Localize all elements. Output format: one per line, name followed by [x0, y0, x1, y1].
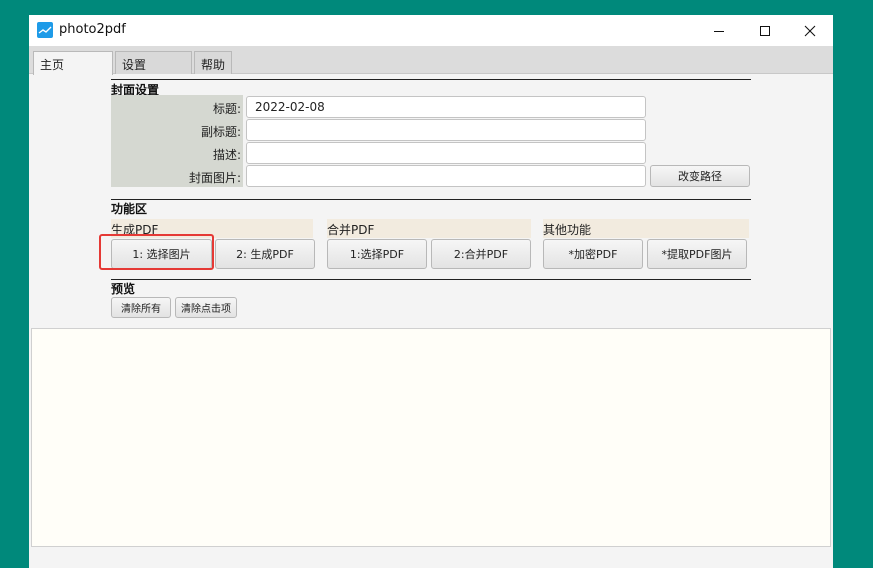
other-functions-header: 其他功能 [543, 219, 749, 238]
window-title: photo2pdf [59, 22, 126, 37]
functions-section-title: 功能区 [111, 202, 148, 216]
subtitle-input[interactable] [246, 119, 646, 141]
minimize-icon [714, 30, 724, 32]
cover-label-column: 标题: 副标题: 描述: 封面图片: [111, 95, 243, 187]
preview-section-divider [111, 279, 751, 280]
functions-section-divider [111, 199, 751, 200]
preview-area[interactable] [31, 328, 831, 547]
title-input[interactable] [246, 96, 646, 118]
select-images-button[interactable]: 1: 选择图片 [111, 239, 212, 269]
change-path-button[interactable]: 改变路径 [650, 165, 750, 187]
cover-image-input[interactable] [246, 165, 646, 187]
generate-pdf-header: 生成PDF [111, 219, 313, 238]
generate-pdf-button[interactable]: 2: 生成PDF [215, 239, 315, 269]
select-pdf-button[interactable]: 1:选择PDF [327, 239, 427, 269]
extract-pdf-images-button[interactable]: *提取PDF图片 [647, 239, 747, 269]
maximize-button[interactable] [742, 15, 788, 46]
description-label: 描述: [212, 148, 241, 162]
description-input[interactable] [246, 142, 646, 164]
subtitle-label: 副标题: [200, 125, 241, 139]
title-label: 标题: [212, 102, 241, 116]
cover-image-label: 封面图片: [188, 171, 241, 185]
tab-home[interactable]: 主页 [33, 51, 113, 75]
clear-all-button[interactable]: 清除所有 [111, 297, 171, 318]
maximize-icon [760, 25, 770, 36]
merge-pdf-header: 合并PDF [327, 219, 531, 238]
clear-clicked-button[interactable]: 清除点击项 [175, 297, 237, 318]
minimize-button[interactable] [696, 15, 742, 46]
preview-section-title: 预览 [111, 282, 136, 296]
encrypt-pdf-button[interactable]: *加密PDF [543, 239, 643, 269]
app-window: photo2pdf 主页 设置 帮助 封面设置 标题: 副标题: 描述: 封面图… [29, 15, 833, 568]
merge-pdf-button[interactable]: 2:合并PDF [431, 239, 531, 269]
app-icon [37, 22, 53, 38]
close-button[interactable] [787, 15, 833, 46]
close-icon [804, 25, 816, 36]
title-bar: photo2pdf [29, 15, 833, 46]
tab-bar: 主页 设置 帮助 [29, 46, 833, 75]
tab-settings[interactable]: 设置 [115, 51, 192, 74]
cover-section-divider [111, 79, 751, 80]
tab-help[interactable]: 帮助 [194, 51, 232, 74]
